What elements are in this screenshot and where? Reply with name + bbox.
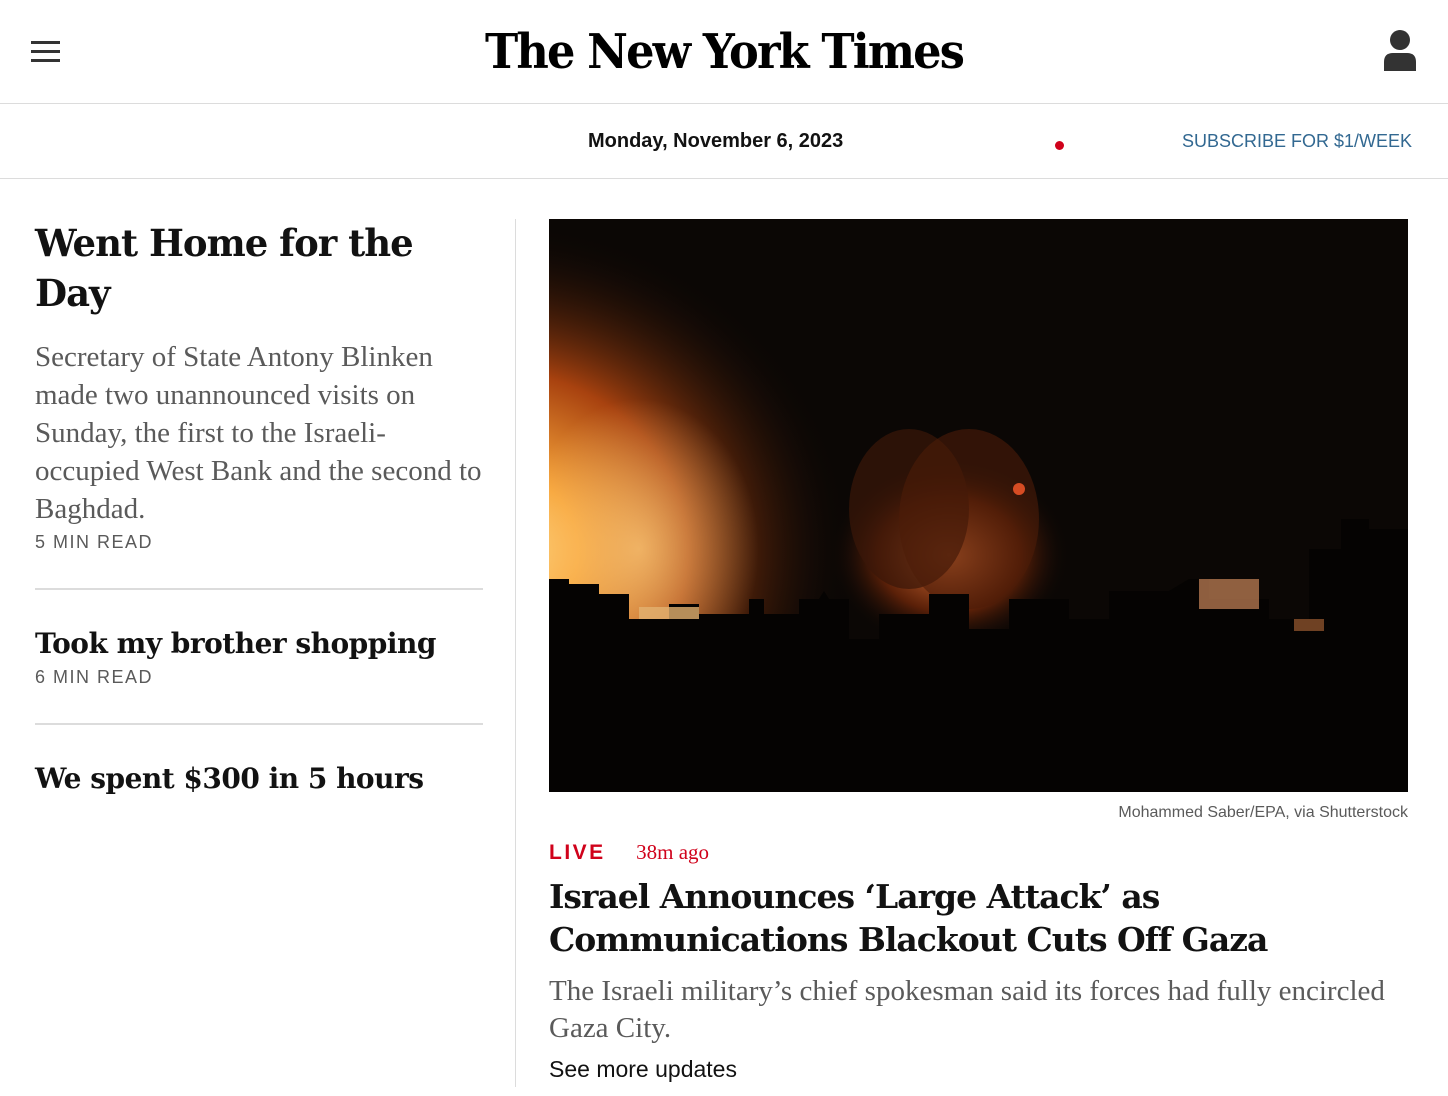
story-headline[interactable]: Took my brother shopping — [35, 625, 483, 663]
column-divider — [515, 219, 516, 1087]
read-time: 5 MIN READ — [35, 532, 154, 552]
live-status: LIVE 38m ago — [549, 840, 709, 865]
account-icon[interactable] — [1383, 29, 1417, 71]
lead-headline[interactable]: Israel Announces ‘Large Attack’ as Commu… — [549, 875, 1389, 961]
see-more-updates-link[interactable]: See more updates — [549, 1056, 737, 1083]
lead-summary: The Israeli military’s chief spokesman s… — [549, 975, 1385, 1044]
story-headline[interactable]: We spent $300 in 5 hours — [35, 760, 483, 798]
story-divider — [35, 723, 483, 725]
story-headline[interactable]: Went Home for the Day — [35, 218, 483, 318]
story-divider — [35, 588, 483, 590]
photo-credit: Mohammed Saber/EPA, via Shutterstock — [1118, 804, 1408, 821]
story-summary: Secretary of State Antony Blinken made t… — [35, 341, 482, 525]
masthead: The New York Times — [0, 0, 1448, 104]
lead-story-photo[interactable] — [549, 219, 1408, 792]
live-label: LIVE — [549, 841, 606, 864]
live-indicator-dot — [1055, 141, 1064, 150]
story-item: Took my brother shopping 6 MIN READ — [35, 625, 483, 688]
story-item: We spent $300 in 5 hours — [35, 760, 483, 798]
subscribe-link[interactable]: SUBSCRIBE FOR $1/WEEK — [1182, 131, 1412, 152]
read-time: 6 MIN READ — [35, 667, 154, 687]
story-item: Went Home for the Day Secretary of State… — [35, 218, 483, 553]
timestamp: 38m ago — [636, 840, 710, 864]
date-bar: Monday, November 6, 2023 SUBSCRIBE FOR $… — [0, 104, 1448, 179]
secondary-stories: Went Home for the Day Secretary of State… — [35, 218, 483, 798]
current-date: Monday, November 6, 2023 — [588, 130, 844, 152]
site-logo[interactable]: The New York Times — [51, 22, 1398, 82]
